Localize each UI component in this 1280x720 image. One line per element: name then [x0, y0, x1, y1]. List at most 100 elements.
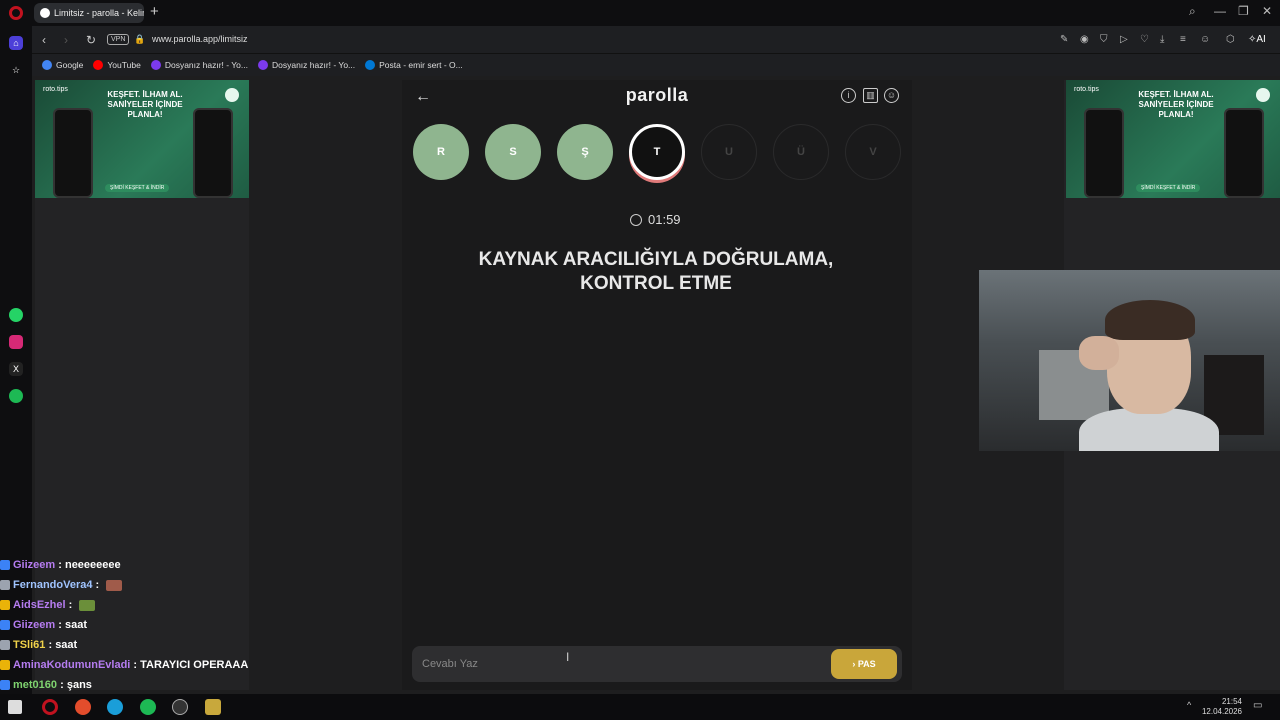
title-bar: Limitsiz - parolla - Kelime + ⌕ — ❐ ✕ [0, 0, 1280, 26]
bookmark-youtube[interactable]: YouTube [93, 60, 141, 70]
pass-label: PAS [857, 659, 876, 669]
chat-username[interactable]: FernandoVera4 [13, 579, 92, 591]
x-icon[interactable]: X [9, 362, 23, 376]
bookmark-dosyaniz-2[interactable]: Dosyanız hazır! - Yo... [257, 60, 355, 70]
chat-text: TARAYICI OPERAAA [140, 659, 249, 671]
shield-icon[interactable]: ⛉ [1100, 34, 1108, 45]
download-icon[interactable]: ⤓ [1160, 34, 1164, 45]
chat-badge-icon [0, 680, 10, 690]
chat-separator: : [57, 679, 67, 691]
home-icon[interactable]: ⌂ [9, 36, 23, 50]
close-icon[interactable]: ✕ [1262, 4, 1272, 18]
answer-box [412, 646, 902, 682]
profile-icon[interactable]: ☺ [1200, 34, 1210, 45]
notification-icon[interactable]: ▭ [1253, 700, 1262, 711]
chat-username[interactable]: Giizeem [13, 619, 55, 631]
menu-icon[interactable]: ≡ [1180, 34, 1186, 45]
user-icon[interactable]: ☺ [884, 88, 899, 103]
google-icon [42, 60, 52, 70]
app-taskbar-icon[interactable] [75, 699, 91, 715]
chat-badge-icon [0, 560, 10, 570]
spotify-icon[interactable] [9, 389, 23, 403]
back-nav-icon[interactable]: ‹ [42, 33, 46, 47]
ad-brand: roto.tips [43, 86, 68, 93]
info-icon[interactable]: i [841, 88, 856, 103]
obs-taskbar-icon[interactable] [172, 699, 188, 715]
chat-username[interactable]: Giizeem [13, 559, 55, 571]
phone-image [53, 108, 93, 198]
letter-circle-done: R [413, 124, 469, 180]
chat-message: FernandoVera4 : [0, 575, 330, 595]
chat-overlay: Giizeem : neeeeeeee FernandoVera4 : AidsE… [0, 555, 330, 695]
tray-chevron-icon[interactable]: ^ [1187, 700, 1191, 710]
whatsapp-icon[interactable] [9, 308, 23, 322]
chat-username[interactable]: AidsEzhel [13, 599, 66, 611]
ad-brand: roto.tips [1074, 86, 1099, 93]
address-bar: ‹ › ↻ VPN 🔒 www.parolla.app/limitsiz ✎ ◉… [32, 26, 1280, 54]
instagram-icon[interactable] [9, 335, 23, 349]
letter-circle-todo: U [701, 124, 757, 180]
game-taskbar-icon[interactable] [205, 699, 221, 715]
ad-cta[interactable]: ŞİMDİ KEŞFET & İNDİR [1136, 184, 1201, 192]
ai-button[interactable]: ✧AI [1248, 34, 1266, 45]
edit-icon[interactable]: ✎ [1060, 34, 1068, 45]
forward-nav-icon[interactable]: › [64, 33, 68, 47]
timer-value: 01:59 [648, 212, 681, 227]
ad-headline: KEŞFET. İLHAM AL. SANİYELER İÇİNDE PLANL… [1138, 90, 1214, 119]
chat-message: AminaKodumunEvladi : TARAYICI OPERAAA [0, 655, 330, 675]
chat-text: neeeeeeee [64, 559, 121, 571]
heart-icon[interactable]: ♡ [1140, 34, 1149, 45]
camera-icon[interactable]: ◉ [1080, 34, 1089, 45]
ai-label: AI [1256, 34, 1266, 45]
chat-separator: : [45, 639, 56, 651]
bookmarks-bar: Google YouTube Dosyanız hazır! - Yo... D… [32, 54, 1280, 76]
star-icon[interactable]: ☆ [9, 63, 23, 77]
windows-start-icon[interactable] [8, 700, 22, 714]
chat-badge-icon [0, 580, 10, 590]
search-icon[interactable]: ⌕ [1189, 4, 1196, 19]
maximize-icon[interactable]: ❐ [1238, 4, 1249, 18]
new-tab-button[interactable]: + [150, 4, 159, 20]
chat-text: şans [66, 679, 92, 691]
back-arrow-icon[interactable]: ← [415, 88, 431, 106]
opera-logo-icon[interactable] [9, 6, 23, 20]
taskbar: 21:54 12.04.2026 ^ ▭ [0, 694, 1280, 720]
answer-input[interactable] [422, 655, 822, 673]
lock-icon[interactable]: 🔒 [134, 34, 145, 45]
chat-username[interactable]: TSli61 [13, 639, 45, 651]
pass-button[interactable]: › PAS [831, 649, 897, 679]
phone-image [1224, 108, 1264, 198]
url-field[interactable]: www.parolla.app/limitsiz [152, 34, 248, 44]
app-logo[interactable]: parolla [560, 85, 754, 106]
bookmark-google[interactable]: Google [42, 60, 83, 70]
play-icon[interactable]: ▷ [1120, 34, 1128, 45]
outlook-icon [365, 60, 376, 70]
barber-hand [1079, 336, 1119, 370]
browser-tab[interactable]: Limitsiz - parolla - Kelime [34, 3, 144, 23]
edge-taskbar-icon[interactable] [107, 699, 123, 715]
ad-banner-right[interactable]: roto.tips KEŞFET. İLHAM AL. SANİYELER İÇ… [1066, 80, 1280, 198]
ad-banner-left[interactable]: roto.tips KEŞFET. İLHAM AL. SANİYELER İÇ… [35, 80, 249, 198]
extensions-icon[interactable]: ⬡ [1226, 34, 1235, 45]
spotify-taskbar-icon[interactable] [140, 699, 156, 715]
chat-message: met0160 : şans [0, 675, 330, 695]
text-cursor-icon: I [566, 650, 570, 664]
vpn-badge[interactable]: VPN [107, 34, 130, 45]
chat-message: AidsEzhel : [0, 595, 330, 615]
chat-separator: : [55, 619, 65, 631]
phone-image [193, 108, 233, 198]
stats-icon[interactable]: ▥ [863, 88, 878, 103]
bookmark-posta[interactable]: Posta - emir sert - O... [365, 60, 463, 70]
minimize-icon[interactable]: — [1214, 4, 1226, 18]
reload-icon[interactable]: ↻ [86, 33, 96, 47]
chat-text: saat [64, 619, 87, 631]
tray-time: 21:54 [1221, 697, 1242, 706]
letter-circle-done: S [485, 124, 541, 180]
ad-cta[interactable]: ŞİMDİ KEŞFET & İNDİR [105, 184, 170, 192]
chat-username[interactable]: AminaKodumunEvladi [13, 659, 130, 671]
chat-username[interactable]: met0160 [13, 679, 57, 691]
letter-circle-todo: Ü [773, 124, 829, 180]
bookmark-dosyaniz-1[interactable]: Dosyanız hazır! - Yo... [150, 60, 248, 70]
opera-taskbar-icon[interactable] [42, 699, 58, 715]
streamer-hair [1105, 300, 1195, 340]
